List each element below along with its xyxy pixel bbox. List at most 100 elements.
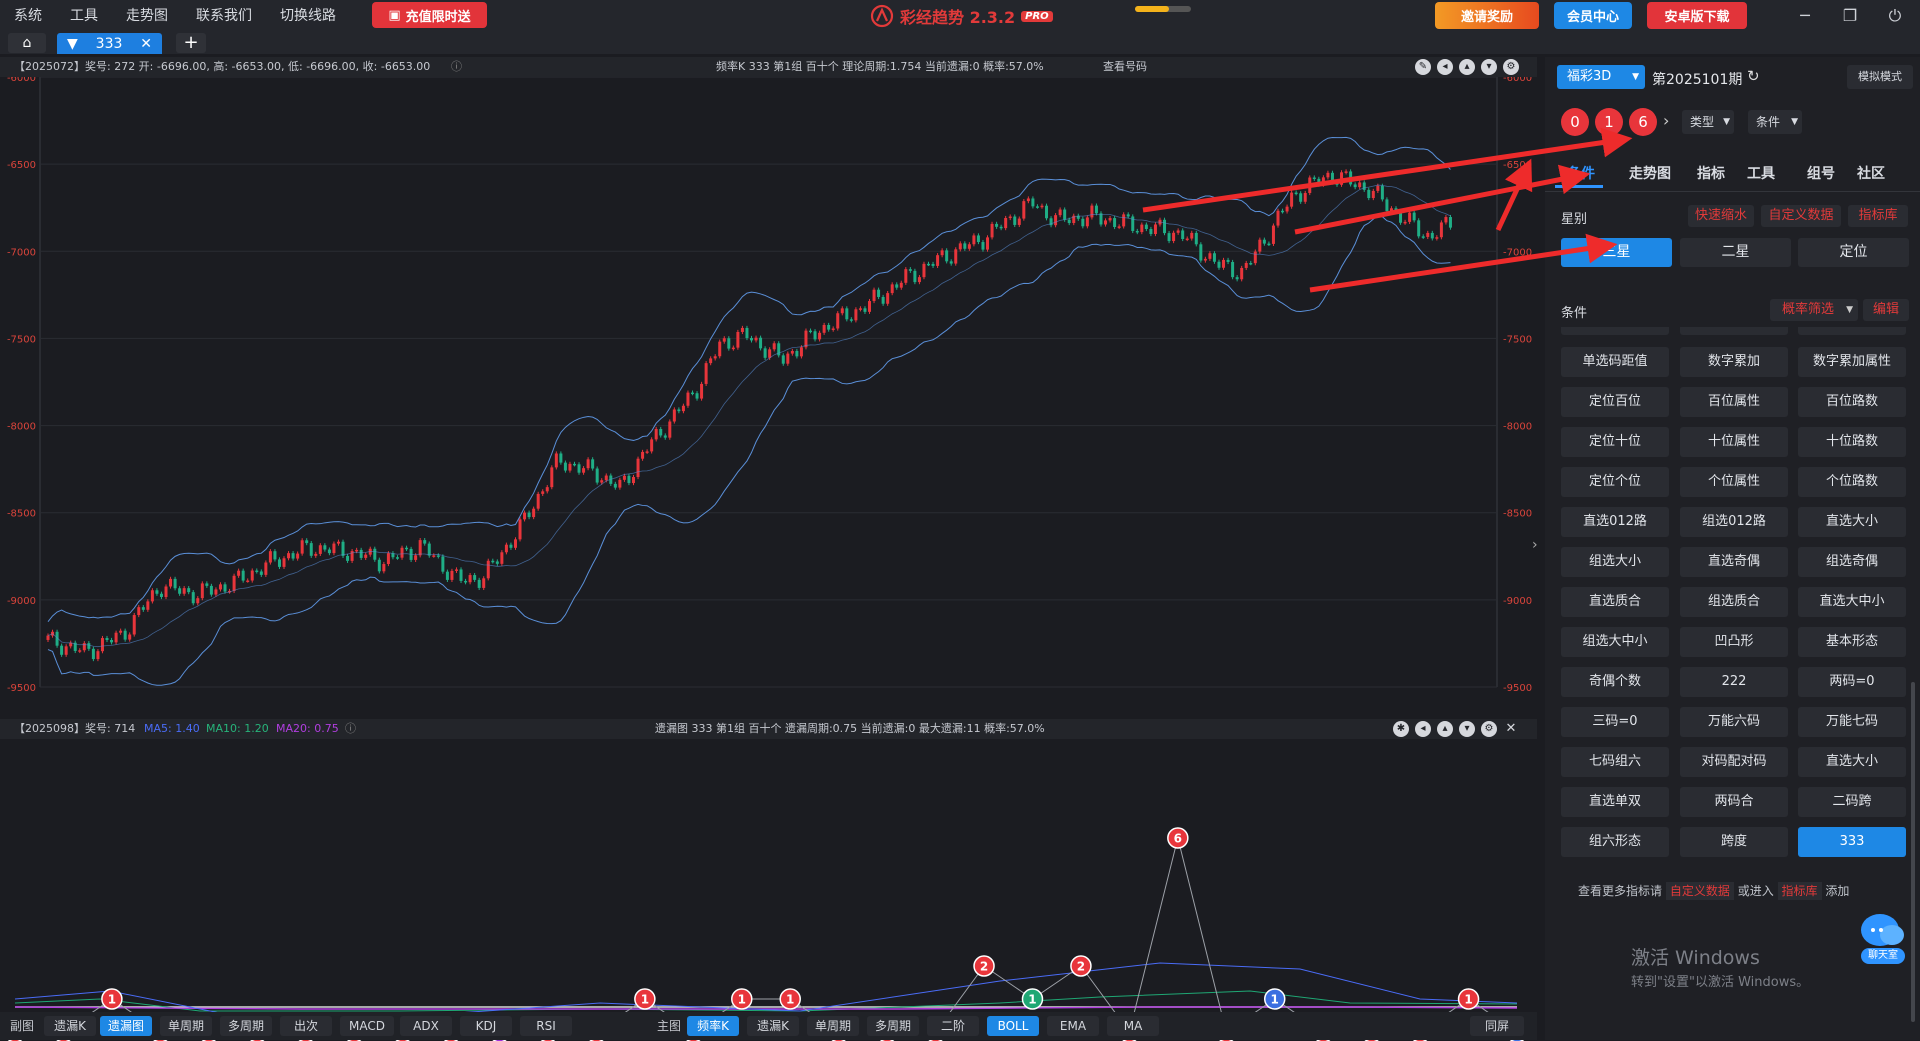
sub-chart-button-8[interactable]: RSI [520,1016,572,1036]
condition-button-37[interactable]: 跨度 [1680,827,1788,857]
footer-custom-data-link[interactable]: 自定义数据 [1665,882,1734,900]
probability-filter-dropdown[interactable]: 概率筛选 ▼ [1770,299,1858,321]
condition-button-7[interactable]: 十位属性 [1680,427,1788,457]
footer-add-link[interactable]: 添加 [1825,884,1849,898]
close-icon[interactable]: ✕ [1503,721,1519,737]
down-icon[interactable]: ▾ [1481,59,1497,75]
condition-button-27[interactable]: 三码=0 [1561,707,1669,737]
condition-button-10[interactable]: 个位属性 [1680,467,1788,497]
condition-button-28[interactable]: 万能六码 [1680,707,1788,737]
condition-partial-1[interactable] [1561,327,1669,335]
right-tab-5[interactable]: 社区 [1845,161,1897,187]
condition-button-8[interactable]: 十位路数 [1798,427,1906,457]
condition-partial-2[interactable] [1680,327,1788,335]
main-chart-button-4[interactable]: 二阶 [927,1016,979,1036]
menu-system[interactable]: 系统 [0,0,56,32]
condition-button-18[interactable]: 直选质合 [1561,587,1669,617]
condition-button-6[interactable]: 定位十位 [1561,427,1669,457]
condition-button-15[interactable]: 组选大小 [1561,547,1669,577]
main-chart-button-6[interactable]: EMA [1047,1016,1099,1036]
indicator-library-button[interactable]: 指标库 [1848,205,1908,227]
chevron-right-icon[interactable]: › [1663,111,1669,130]
view-code-link[interactable]: 查看号码 [1103,57,1147,77]
condition-button-29[interactable]: 万能七码 [1798,707,1906,737]
condition-button-22[interactable]: 凹凸形 [1680,627,1788,657]
restore-icon[interactable]: ❐ [1838,4,1862,28]
sub-chart-button-2[interactable]: 单周期 [160,1016,212,1036]
sub-chart-button-1[interactable]: 遗漏图 [100,1016,152,1036]
condition-button-9[interactable]: 定位个位 [1561,467,1669,497]
condition-button-31[interactable]: 对码配对码 [1680,747,1788,777]
member-center-button[interactable]: 会员中心 [1554,2,1632,29]
right-tab-0[interactable]: 条件 [1555,161,1607,187]
main-chart-button-0[interactable]: 频率K [687,1016,739,1036]
condition-button-4[interactable]: 百位属性 [1680,387,1788,417]
condition-dropdown[interactable]: 条件 ▼ [1748,110,1802,134]
condition-button-11[interactable]: 个位路数 [1798,467,1906,497]
condition-button-13[interactable]: 组选012路 [1680,507,1788,537]
footer-indicator-link[interactable]: 指标库 [1777,882,1822,900]
sub-chart-button-4[interactable]: 出次 [280,1016,332,1036]
android-download-button[interactable]: 安卓版下载 [1647,2,1747,29]
star-button-1[interactable]: 二星 [1680,238,1791,267]
miss-help-icon[interactable]: ⓘ [345,719,356,739]
condition-button-38[interactable]: 333 [1798,827,1906,857]
right-tab-1[interactable]: 走势图 [1615,161,1685,187]
same-screen-button[interactable]: 同屏 [1470,1016,1524,1036]
kline-chart[interactable]: -6000 -6000 -6500 -6500 -7000 -7000 -7500 -7500… [0,77,1537,697]
tab-333[interactable]: ▼ 333 ✕ [57,33,162,54]
star-button-0[interactable]: 三星 [1561,238,1672,267]
condition-button-36[interactable]: 组六形态 [1561,827,1669,857]
condition-button-0[interactable]: 单选码距值 [1561,347,1669,377]
condition-button-26[interactable]: 两码=0 [1798,667,1906,697]
collapse-panel-icon[interactable]: › [1532,537,1538,553]
main-chart-button-3[interactable]: 多周期 [867,1016,919,1036]
main-chart-button-2[interactable]: 单周期 [807,1016,859,1036]
power-icon[interactable]: ⏻ [1883,4,1907,28]
condition-button-16[interactable]: 直选奇偶 [1680,547,1788,577]
back-icon[interactable]: ◂ [1437,59,1453,75]
quick-shrink-button[interactable]: 快速缩水 [1688,205,1754,227]
condition-button-23[interactable]: 基本形态 [1798,627,1906,657]
home-icon[interactable]: ⌂ [8,33,46,53]
condition-button-17[interactable]: 组选奇偶 [1798,547,1906,577]
conditions-scrollbar[interactable] [1911,682,1915,1022]
main-chart-button-1[interactable]: 遗漏K [747,1016,799,1036]
sub-chart-button-0[interactable]: 遗漏K [44,1016,96,1036]
back-icon-2[interactable]: ◂ [1415,721,1431,737]
condition-button-14[interactable]: 直选大小 [1798,507,1906,537]
right-tab-2[interactable]: 指标 [1685,161,1737,187]
sub-chart-button-3[interactable]: 多周期 [220,1016,272,1036]
type-dropdown[interactable]: 类型 ▼ [1682,110,1734,134]
condition-button-25[interactable]: 222 [1680,667,1788,697]
menu-switch-line[interactable]: 切换线路 [266,0,350,32]
right-tab-3[interactable]: 工具 [1735,161,1787,187]
condition-button-12[interactable]: 直选012路 [1561,507,1669,537]
condition-button-30[interactable]: 七码组六 [1561,747,1669,777]
add-tab-button[interactable]: + [176,33,206,53]
condition-partial-3[interactable] [1798,327,1906,335]
up-icon-2[interactable]: ▴ [1437,721,1453,737]
tab-dropdown-icon[interactable]: ▼ [67,36,78,52]
condition-button-20[interactable]: 直选大中小 [1798,587,1906,617]
menu-tools[interactable]: 工具 [56,0,112,32]
condition-button-33[interactable]: 直选单双 [1561,787,1669,817]
condition-button-5[interactable]: 百位路数 [1798,387,1906,417]
condition-button-24[interactable]: 奇偶个数 [1561,667,1669,697]
recharge-button[interactable]: ▣ 充值限时送 [372,2,487,28]
invite-button[interactable]: 邀请奖励 [1435,2,1539,29]
edit-icon[interactable]: ✎ [1415,59,1431,75]
condition-button-3[interactable]: 定位百位 [1561,387,1669,417]
condition-button-35[interactable]: 二码跨 [1798,787,1906,817]
right-tab-4[interactable]: 组号 [1795,161,1847,187]
main-chart-button-5[interactable]: BOLL [987,1016,1039,1036]
star-button-2[interactable]: 定位 [1798,238,1909,267]
condition-button-32[interactable]: 直选大小 [1798,747,1906,777]
sub-chart-button-5[interactable]: MACD [340,1016,394,1036]
refresh-icon[interactable]: ↻ [1747,67,1760,85]
edit-button[interactable]: 编辑 [1863,299,1909,321]
lottery-select[interactable]: 福彩3D ▼ [1557,65,1645,89]
up-icon[interactable]: ▴ [1459,59,1475,75]
settings-icon[interactable]: ⚙ [1503,59,1519,75]
simulate-mode-button[interactable]: 模拟模式 [1847,65,1913,89]
